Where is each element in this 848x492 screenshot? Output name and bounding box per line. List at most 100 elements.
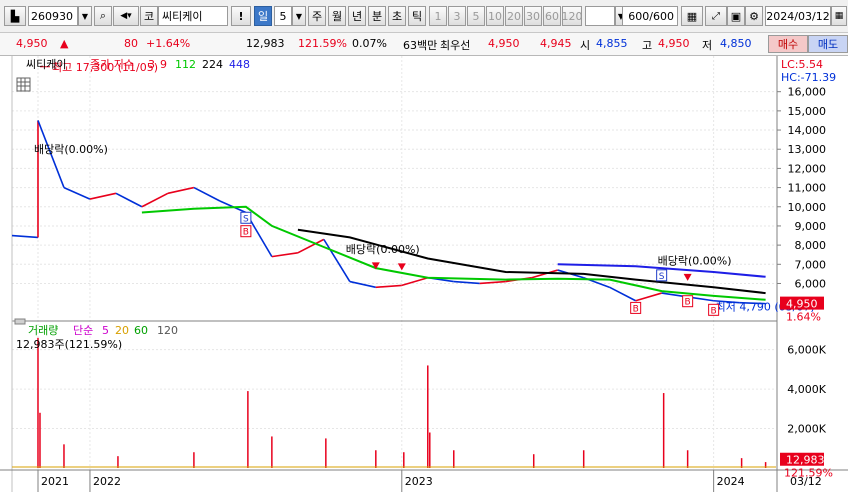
volume-tick-label: 6,000K — [787, 344, 826, 357]
up-triangle-icon: ▲ — [60, 37, 69, 50]
period-second-button[interactable]: 초 — [388, 6, 406, 26]
open-label: 시 — [580, 39, 591, 52]
custom-period-input[interactable] — [585, 6, 615, 26]
vol-ma-5-label: 5 — [102, 324, 109, 337]
minute-3-button[interactable]: 3 — [448, 6, 466, 26]
settings-icon[interactable]: ⚙ — [745, 6, 763, 26]
ma-3-label: 3 — [148, 58, 155, 71]
toolbar: ▙ 260930 ▼ ⌕ ◀▾ 코 씨티케이 ! 일 5 ▼ 주 월 년 분 초… — [0, 0, 848, 33]
price-tick-label: 7,000 — [795, 258, 827, 271]
sell-signal-label: S — [243, 214, 249, 224]
price-tick-label: 6,000 — [795, 277, 827, 290]
minute-5-button[interactable]: 5 — [467, 6, 485, 26]
volume-tick-label: 4,000K — [787, 383, 826, 396]
stock-name-field[interactable]: 씨티케이 — [158, 6, 228, 26]
zoom-icon[interactable]: ⤢ — [705, 6, 727, 26]
stock-name-legend: 씨티케이 — [26, 58, 66, 71]
period-minute-button[interactable]: 분 — [368, 6, 386, 26]
x-tick-label: 2024 — [717, 475, 745, 488]
x-tick-label: 2023 — [405, 475, 433, 488]
low-price: 4,850 — [720, 37, 752, 50]
period-tick-button[interactable]: 틱 — [408, 6, 426, 26]
buy-signal-label: B — [711, 306, 717, 316]
minute-60-button[interactable]: 60 — [543, 6, 561, 26]
sell-button[interactable]: 매도 — [808, 35, 848, 53]
date-field[interactable]: 2024/03/12 — [765, 6, 831, 26]
last-price-label: 4,950 — [786, 298, 818, 311]
ma-9-label: 9 — [160, 58, 167, 71]
trade-amount: 63백만 — [403, 39, 438, 52]
chevron-down-icon[interactable]: ▼ — [292, 6, 306, 26]
period-month-button[interactable]: 월 — [328, 6, 346, 26]
quote-bar: 4,950 ▲ 80 +1.64% 12,983 121.59% 0.07% 6… — [0, 33, 848, 56]
price-tick-label: 15,000 — [788, 105, 827, 118]
price-tick-label: 14,000 — [788, 124, 827, 137]
alert-button[interactable]: ! — [231, 6, 251, 26]
pane-resize-handle[interactable] — [14, 318, 26, 325]
sell-signal-label: S — [659, 272, 665, 282]
buy-signal-label: B — [633, 304, 639, 314]
dividend-annotation: 배당락(0.00%) — [658, 254, 732, 267]
x-tick-label: 2022 — [93, 475, 121, 488]
price-tick-label: 10,000 — [788, 201, 827, 214]
vol-ma-20-label: 20 — [115, 324, 129, 337]
period-week-button[interactable]: 주 — [308, 6, 326, 26]
buy-button[interactable]: 매수 — [768, 35, 808, 53]
volume-ma-label: 단순 — [73, 324, 93, 337]
period-multiplier[interactable]: 5 — [274, 6, 292, 26]
chart-background — [0, 56, 848, 492]
search-icon[interactable]: ⌕ — [94, 6, 112, 26]
minute-30-button[interactable]: 30 — [524, 6, 542, 26]
price-change: 80 — [124, 37, 138, 50]
price-tick-label: 8,000 — [795, 239, 827, 252]
volume-title: 거래량 — [28, 324, 58, 337]
current-volume-text: 12,983주(121.59%) — [16, 338, 122, 351]
dividend-annotation: 배당락(0.00%) — [346, 243, 420, 256]
open-price: 4,855 — [596, 37, 628, 50]
dividend-annotation: 배당락(0.00%) — [34, 143, 108, 156]
vol-ma-120-label: 120 — [157, 324, 178, 337]
price-tick-label: 12,000 — [788, 162, 827, 175]
volume-value: 12,983 — [246, 37, 285, 50]
price-change-pct: +1.64% — [146, 37, 191, 50]
high-label: 고 — [642, 39, 653, 52]
lc-value: LC:5.54 — [781, 58, 823, 71]
data-count-field[interactable]: 600/600 — [622, 6, 678, 26]
period-day-button[interactable]: 일 — [254, 6, 272, 26]
last-price-pct: 1.64% — [786, 311, 821, 324]
chevron-down-icon[interactable]: ▼ — [78, 6, 92, 26]
volume-tick-label: 2,000K — [787, 423, 826, 436]
high-price: 4,950 — [658, 37, 690, 50]
minute-10-button[interactable]: 10 — [486, 6, 504, 26]
volume-ratio: 121.59% — [298, 37, 347, 50]
period-year-button[interactable]: 년 — [348, 6, 366, 26]
price-tick-label: 11,000 — [788, 182, 827, 195]
minute-120-button[interactable]: 120 — [562, 6, 583, 26]
stock-chart[interactable]: 최고 17,300 (11/05)배당락(0.00%)배당락(0.00%)배당락… — [0, 56, 848, 492]
low-label: 저 — [702, 39, 713, 52]
price-tick-label: 9,000 — [795, 220, 827, 233]
calendar-icon[interactable]: ▦ — [831, 6, 847, 26]
buy-signal-label: B — [243, 228, 249, 238]
ask-price: 4,950 — [488, 37, 520, 50]
minute-20-button[interactable]: 20 — [505, 6, 523, 26]
buy-signal-label: B — [685, 298, 691, 308]
table-icon[interactable] — [16, 77, 31, 92]
ma-224-label: 224 — [202, 58, 223, 71]
minute-1-button[interactable]: 1 — [429, 6, 447, 26]
ma-448-label: 448 — [229, 58, 250, 71]
last-volume-label: 12,983 — [786, 454, 825, 467]
price-tick-label: 16,000 — [788, 86, 827, 99]
ma-112-label: 112 — [175, 58, 196, 71]
hc-value: HC:-71.39 — [781, 71, 836, 84]
vol-ma-60-label: 60 — [134, 324, 148, 337]
current-price: 4,950 — [16, 37, 48, 50]
x-tick-label: 2021 — [41, 475, 69, 488]
sound-icon[interactable]: ◀▾ — [113, 6, 139, 26]
stock-code-input[interactable]: 260930 — [28, 6, 78, 26]
chart-type-icon[interactable]: ▙ — [4, 6, 26, 26]
save-icon[interactable]: ▣ — [727, 6, 745, 26]
market-label[interactable]: 코 — [140, 6, 158, 26]
best-quote-label: 최우선 — [440, 39, 471, 52]
grid-icon[interactable]: ▦ — [681, 6, 703, 26]
